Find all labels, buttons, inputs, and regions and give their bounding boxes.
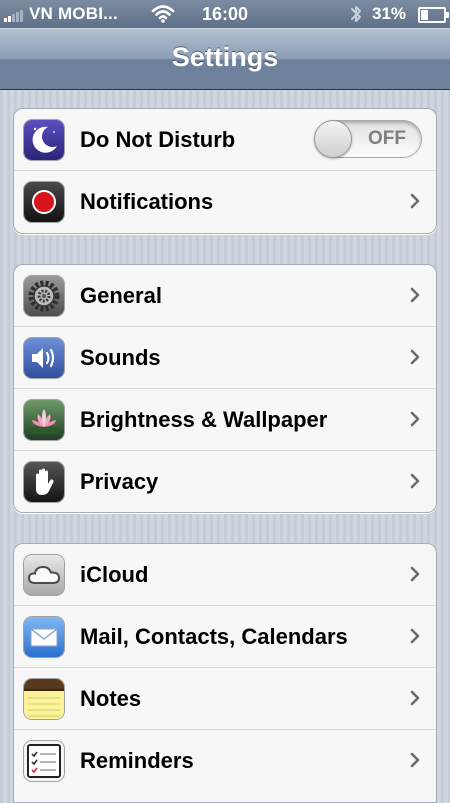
battery-percentage: 31% bbox=[372, 4, 407, 23]
settings-row-notifications[interactable]: Notifications bbox=[14, 171, 436, 233]
chevron-right-icon bbox=[410, 287, 420, 303]
chevron-right-icon bbox=[410, 690, 420, 706]
settings-group-2: General Sounds Brightness & Wallpaper Pr… bbox=[13, 264, 437, 513]
chevron-right-icon bbox=[410, 411, 420, 427]
toggle-knob bbox=[314, 120, 352, 158]
chevron-right-icon bbox=[410, 349, 420, 365]
settings-group-3: iCloud Mail, Contacts, Calendars Notes R… bbox=[13, 543, 437, 803]
settings-row-label: Notes bbox=[80, 686, 142, 711]
settings-row-label: Reminders bbox=[80, 748, 194, 773]
settings-row-reminders[interactable]: Reminders bbox=[14, 730, 436, 792]
bluetooth-icon bbox=[349, 4, 363, 29]
settings-row-label: Privacy bbox=[80, 469, 159, 494]
reminders-icon bbox=[24, 741, 64, 781]
battery-fill bbox=[421, 10, 428, 20]
moon-icon bbox=[24, 120, 64, 160]
settings-row-notes[interactable]: Notes bbox=[14, 668, 436, 730]
battery-icon bbox=[418, 7, 449, 23]
settings-row-label: General bbox=[80, 283, 162, 308]
chevron-right-icon bbox=[410, 566, 420, 582]
settings-row-label: Notifications bbox=[80, 189, 214, 214]
page-title: Settings bbox=[171, 42, 279, 72]
notes-icon bbox=[24, 679, 64, 719]
navigation-bar: Settings bbox=[0, 28, 450, 90]
do-not-disturb-toggle[interactable]: OFF bbox=[314, 120, 422, 158]
flower-icon bbox=[24, 400, 64, 440]
settings-row-brightness-wallpaper[interactable]: Brightness & Wallpaper bbox=[14, 389, 436, 451]
settings-group-1: Do Not Disturb OFF Notifications bbox=[13, 108, 437, 234]
settings-row-label: Sounds bbox=[80, 345, 161, 370]
cloud-icon bbox=[24, 555, 64, 595]
settings-row-sounds[interactable]: Sounds bbox=[14, 327, 436, 389]
settings-row-mail-contacts-calendars[interactable]: Mail, Contacts, Calendars bbox=[14, 606, 436, 668]
settings-row-icloud[interactable]: iCloud bbox=[14, 544, 436, 606]
chevron-right-icon bbox=[410, 473, 420, 489]
mail-icon bbox=[24, 617, 64, 657]
chevron-right-icon bbox=[410, 752, 420, 768]
settings-row-label: Do Not Disturb bbox=[80, 127, 236, 152]
settings-row-privacy[interactable]: Privacy bbox=[14, 451, 436, 512]
settings-row-general[interactable]: General bbox=[14, 265, 436, 327]
gear-icon bbox=[24, 276, 64, 316]
toggle-state-label: OFF bbox=[368, 128, 406, 149]
chevron-right-icon bbox=[410, 628, 420, 644]
status-bar: VN MOBI... 16:00 31% bbox=[0, 0, 450, 28]
settings-row-label: iCloud bbox=[80, 562, 149, 587]
chevron-right-icon bbox=[410, 193, 420, 209]
settings-row-do-not-disturb: Do Not Disturb OFF bbox=[14, 109, 436, 171]
hand-icon bbox=[24, 462, 64, 502]
settings-row-label: Brightness & Wallpaper bbox=[80, 407, 328, 432]
speaker-icon bbox=[24, 338, 64, 378]
settings-row-label: Mail, Contacts, Calendars bbox=[80, 624, 348, 649]
notifications-icon bbox=[24, 182, 64, 222]
